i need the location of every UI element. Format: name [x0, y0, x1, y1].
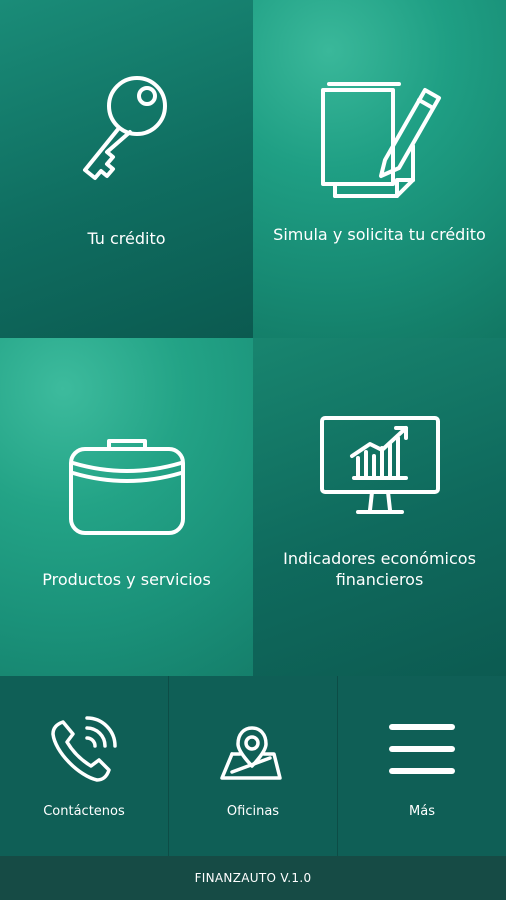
app-screen: Tu crédito Simula y solicita tu crédito [0, 0, 506, 900]
nav-label: Contáctenos [43, 804, 125, 819]
menu-icon [387, 714, 457, 784]
tile-productos-servicios[interactable]: Productos y servicios [0, 338, 253, 676]
tile-label: Productos y servicios [42, 569, 211, 589]
briefcase-icon [65, 435, 189, 539]
nav-label: Oficinas [226, 804, 280, 819]
monitor-chart-icon [318, 414, 442, 518]
nav-oficinas[interactable]: Oficinas [169, 676, 338, 856]
tile-label: Indicadores económicos financieros [283, 549, 476, 589]
tile-tu-credito[interactable]: Tu crédito [0, 0, 253, 338]
map-pin-icon [218, 714, 288, 784]
nav-mas[interactable]: Más [338, 676, 506, 856]
tile-simula-solicita[interactable]: Simula y solicita tu crédito [253, 0, 506, 338]
bottom-nav: Contáctenos Oficinas Más [0, 676, 506, 856]
nav-label: Más [409, 804, 435, 819]
nav-contactenos[interactable]: Contáctenos [0, 676, 169, 856]
tile-indicadores[interactable]: Indicadores económicos financieros [253, 338, 506, 676]
tile-label: Tu crédito [87, 228, 166, 248]
version-label: FINANZAUTO V.1.0 [194, 871, 312, 885]
key-icon [67, 70, 187, 200]
phone-icon [49, 714, 119, 784]
document-pencil-icon [315, 76, 445, 206]
version-footer: FINANZAUTO V.1.0 [0, 856, 506, 900]
tile-label: Simula y solicita tu crédito [273, 224, 486, 244]
